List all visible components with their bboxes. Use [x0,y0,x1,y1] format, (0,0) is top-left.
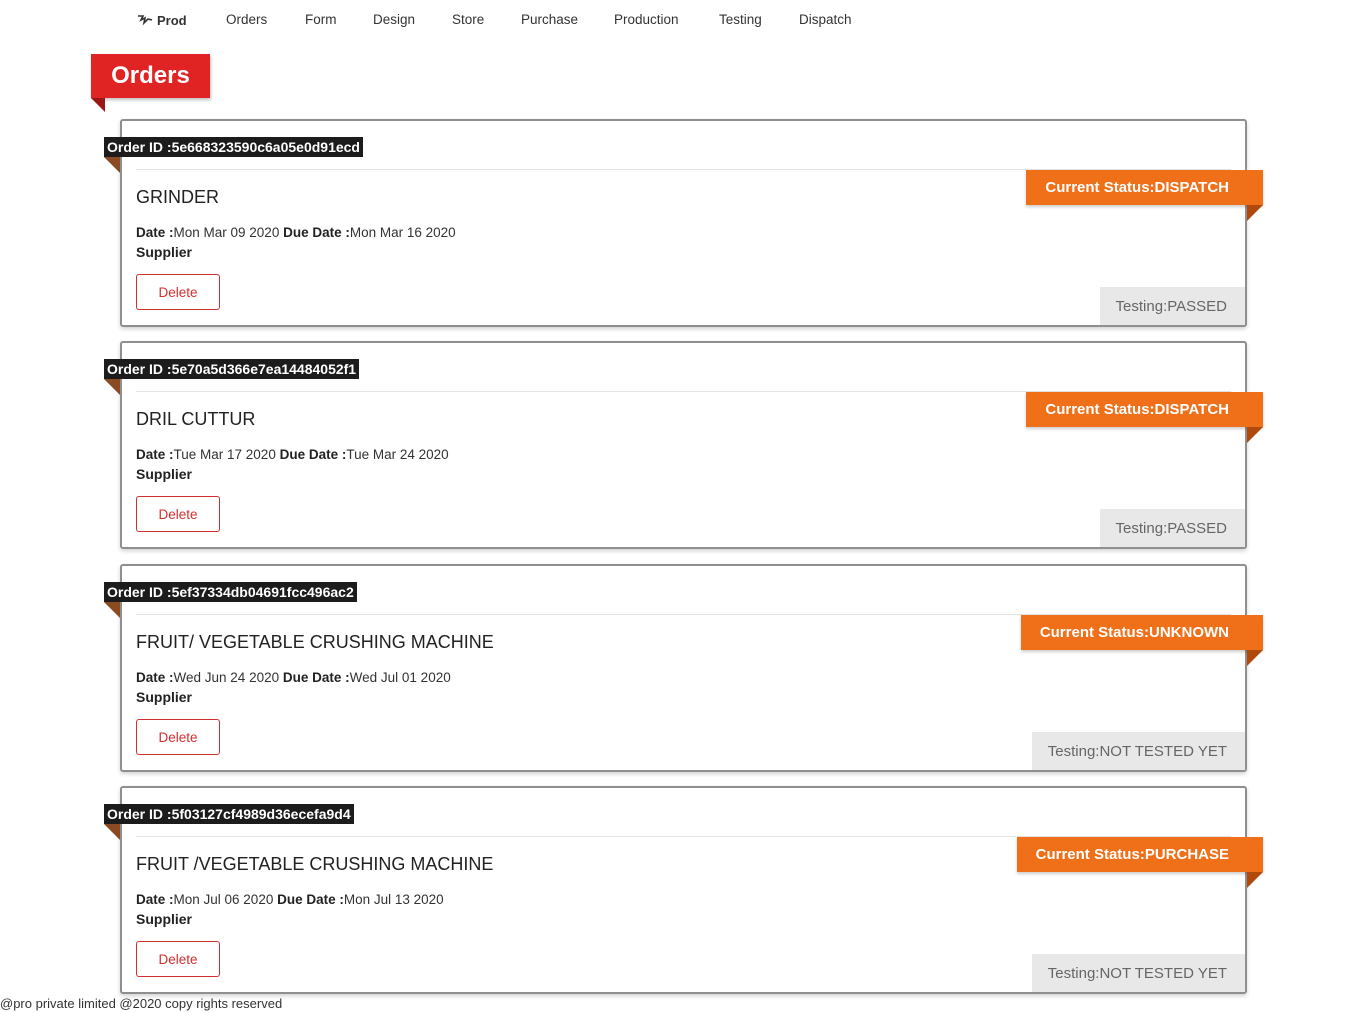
order-title: DRIL CUTTUR [136,409,256,429]
delete-button[interactable]: Delete [136,941,220,977]
order-id-label: Order ID : [107,139,172,155]
nav-item-dispatch[interactable]: Dispatch [799,11,852,29]
order-id-fold [104,379,120,395]
page-title-ribbon-fold [91,98,105,112]
order-due-date: Tue Mar 24 2020 [346,447,449,462]
current-status-value: DISPATCH [1154,401,1229,418]
delete-button[interactable]: Delete [136,496,220,532]
brand-label: Prod [157,12,187,28]
order-id-value: 5f03127cf4989d36ecefa9d4 [171,806,351,822]
testing-value: PASSED [1167,297,1227,315]
status-ribbon-fold [1247,205,1263,221]
order-id-fold [104,602,120,618]
order-card: Order ID :5f03127cf4989d36ecefa9d4 FRUIT… [104,786,1263,994]
order-dates: Date :Tue Mar 17 2020 Due Date :Tue Mar … [136,447,449,462]
delete-button[interactable]: Delete [136,719,220,755]
order-title: FRUIT/ VEGETABLE CRUSHING MACHINE [136,632,494,652]
current-status-badge: Current Status: DISPATCH [1026,170,1263,205]
delete-button[interactable]: Delete [136,274,220,310]
testing-value: PASSED [1167,519,1227,537]
order-card: Order ID :5e70a5d366e7ea14484052f1 DRIL … [104,341,1263,549]
order-title: GRINDER [136,187,220,207]
order-id-tag: Order ID :5ef37334db04691fcc496ac2 [104,582,357,602]
order-due-date: Mon Jul 13 2020 [343,892,444,907]
current-status-badge: Current Status: PURCHASE [1016,837,1263,872]
testing-label: Testing: [1047,964,1100,982]
supplier-label: Supplier [136,689,193,705]
order-id-tag: Order ID :5f03127cf4989d36ecefa9d4 [104,804,354,824]
date-label: Date : [136,447,174,462]
nav-item-store[interactable]: Store [452,11,484,29]
order-date: Mon Mar 09 2020 [173,225,280,240]
date-label: Date : [136,670,174,685]
current-status-badge: Current Status: DISPATCH [1026,392,1263,427]
current-status-label: Current Status: [1035,846,1145,863]
due-date-label: Due Date : [283,225,350,240]
footer-copyright: @pro private limited @2020 copy rights r… [0,996,283,1011]
current-status-label: Current Status: [1045,401,1155,418]
current-status-label: Current Status: [1045,179,1155,196]
testing-status-badge: Testing: NOT TESTED YET [1031,954,1245,992]
current-status-label: Current Status: [1039,624,1149,641]
order-date: Mon Jul 06 2020 [173,892,274,907]
testing-value: NOT TESTED YET [1099,964,1227,982]
testing-status-badge: Testing: NOT TESTED YET [1031,732,1245,770]
order-due-date: Mon Mar 16 2020 [349,225,456,240]
testing-value: NOT TESTED YET [1099,742,1227,760]
due-date-label: Due Date : [282,670,350,685]
order-date: Tue Mar 17 2020 [173,447,276,462]
order-due-date: Wed Jul 01 2020 [349,670,451,685]
nav-item-orders[interactable]: Orders [226,11,267,29]
order-title: FRUIT /VEGETABLE CRUSHING MACHINE [136,854,494,874]
order-card: Order ID :5e668323590c6a05e0d91ecd GRIND… [104,119,1263,327]
page-title: Orders [91,54,210,98]
supplier-label: Supplier [136,911,193,927]
testing-label: Testing: [1047,742,1100,760]
order-id-label: Order ID : [107,361,172,377]
order-id-value: 5ef37334db04691fcc496ac2 [171,584,354,600]
order-id-fold [104,157,120,173]
order-id-tag: Order ID :5e668323590c6a05e0d91ecd [104,137,363,157]
testing-status-badge: Testing: PASSED [1099,287,1245,325]
brand-link[interactable]: Prod [137,11,187,29]
order-dates: Date :Mon Mar 09 2020 Due Date :Mon Mar … [136,225,456,240]
nav-item-production[interactable]: Production [614,11,679,29]
current-status-value: PURCHASE [1144,846,1229,863]
order-dates: Date :Wed Jun 24 2020 Due Date :Wed Jul … [136,670,451,685]
current-status-badge: Current Status: UNKNOWN [1020,615,1263,650]
order-date: Wed Jun 24 2020 [173,670,280,685]
order-id-tag: Order ID :5e70a5d366e7ea14484052f1 [104,359,360,379]
nav-item-purchase[interactable]: Purchase [521,11,578,29]
order-id-fold [104,824,120,840]
testing-label: Testing: [1115,519,1168,537]
current-status-value: DISPATCH [1154,179,1229,196]
supplier-label: Supplier [136,466,193,482]
due-date-label: Due Date : [279,447,347,462]
order-id-value: 5e70a5d366e7ea14484052f1 [171,361,357,377]
status-ribbon-fold [1247,650,1263,666]
order-id-label: Order ID : [107,584,172,600]
brand-logo-icon [138,15,153,26]
supplier-label: Supplier [136,244,193,260]
order-dates: Date :Mon Jul 06 2020 Due Date :Mon Jul … [136,892,444,907]
nav-item-design[interactable]: Design [373,11,415,29]
nav-item-form[interactable]: Form [305,11,337,29]
order-id-value: 5e668323590c6a05e0d91ecd [171,139,360,155]
status-ribbon-fold [1247,427,1263,443]
testing-status-badge: Testing: PASSED [1099,509,1245,547]
current-status-value: UNKNOWN [1149,624,1229,641]
status-ribbon-fold [1247,872,1263,888]
order-id-label: Order ID : [107,806,172,822]
order-card: Order ID :5ef37334db04691fcc496ac2 FRUIT… [104,564,1263,772]
date-label: Date : [136,225,174,240]
testing-label: Testing: [1115,297,1168,315]
nav-item-testing[interactable]: Testing [719,11,762,29]
due-date-label: Due Date : [277,892,344,907]
top-navbar: Prod Orders Form Design Store Purchase P… [0,0,1366,40]
date-label: Date : [136,892,174,907]
